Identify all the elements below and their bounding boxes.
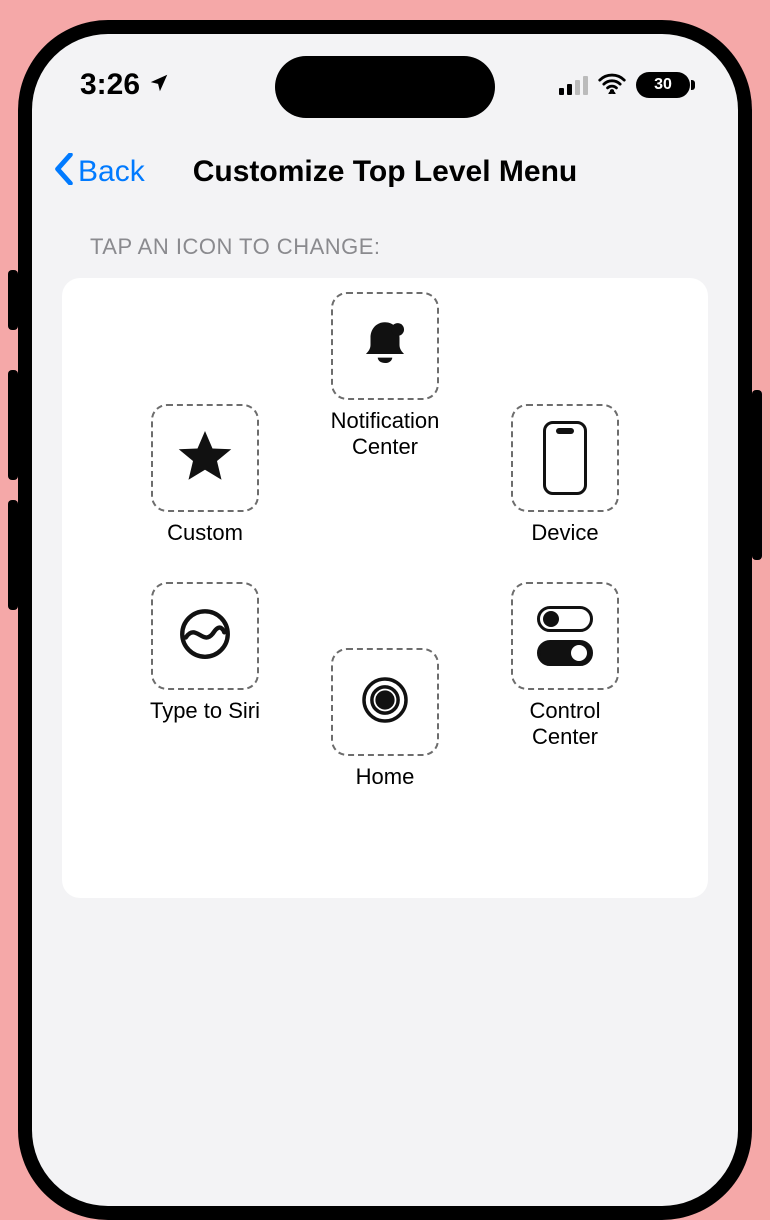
star-icon bbox=[175, 426, 235, 491]
phone-side-button bbox=[752, 390, 762, 560]
battery-indicator: 30 bbox=[636, 72, 690, 98]
phone-device-icon bbox=[543, 421, 587, 495]
phone-side-button bbox=[8, 500, 18, 610]
slot-label: Device bbox=[531, 520, 598, 546]
slot-box bbox=[151, 404, 259, 512]
phone-side-button bbox=[8, 270, 18, 330]
status-time: 3:26 bbox=[80, 68, 140, 102]
slot-home[interactable]: Home bbox=[320, 648, 450, 790]
slot-label: Home bbox=[356, 764, 415, 790]
slot-notification-center[interactable]: Notification Center bbox=[320, 292, 450, 461]
status-bar: 3:26 30 bbox=[32, 60, 738, 110]
slot-type-to-siri[interactable]: Type to Siri bbox=[140, 582, 270, 724]
phone-side-button bbox=[8, 370, 18, 480]
status-right: 30 bbox=[559, 72, 690, 99]
slot-box bbox=[331, 648, 439, 756]
slot-box bbox=[511, 404, 619, 512]
home-button-icon bbox=[357, 672, 413, 733]
icon-grid: Notification Center Custom bbox=[62, 278, 708, 898]
cellular-signal-icon bbox=[559, 75, 588, 95]
section-header: TAP AN ICON TO CHANGE: bbox=[62, 234, 708, 260]
chevron-left-icon bbox=[54, 153, 74, 191]
page-title: Customize Top Level Menu bbox=[56, 155, 714, 189]
status-left: 3:26 bbox=[80, 68, 170, 102]
battery-level: 30 bbox=[654, 76, 672, 94]
location-arrow-icon bbox=[148, 68, 170, 102]
notification-bell-icon bbox=[356, 315, 414, 378]
wifi-icon bbox=[598, 72, 626, 99]
nav-bar: Back Customize Top Level Menu bbox=[32, 142, 738, 202]
toggles-icon bbox=[537, 606, 593, 666]
slot-control-center[interactable]: Control Center bbox=[500, 582, 630, 751]
slot-label: Type to Siri bbox=[150, 698, 260, 724]
slot-label: Custom bbox=[167, 520, 243, 546]
slot-box bbox=[511, 582, 619, 690]
content: TAP AN ICON TO CHANGE: Notification Cent… bbox=[62, 234, 708, 898]
slot-device[interactable]: Device bbox=[500, 404, 630, 546]
slot-box bbox=[151, 582, 259, 690]
back-button[interactable]: Back bbox=[54, 153, 145, 191]
back-label: Back bbox=[78, 155, 145, 189]
slot-label: Notification Center bbox=[320, 408, 450, 461]
slot-box bbox=[331, 292, 439, 400]
screen: 3:26 30 bbox=[32, 34, 738, 1206]
slot-label: Control Center bbox=[500, 698, 630, 751]
siri-icon bbox=[177, 606, 233, 667]
phone-frame: 3:26 30 bbox=[18, 20, 752, 1220]
slot-custom[interactable]: Custom bbox=[140, 404, 270, 546]
